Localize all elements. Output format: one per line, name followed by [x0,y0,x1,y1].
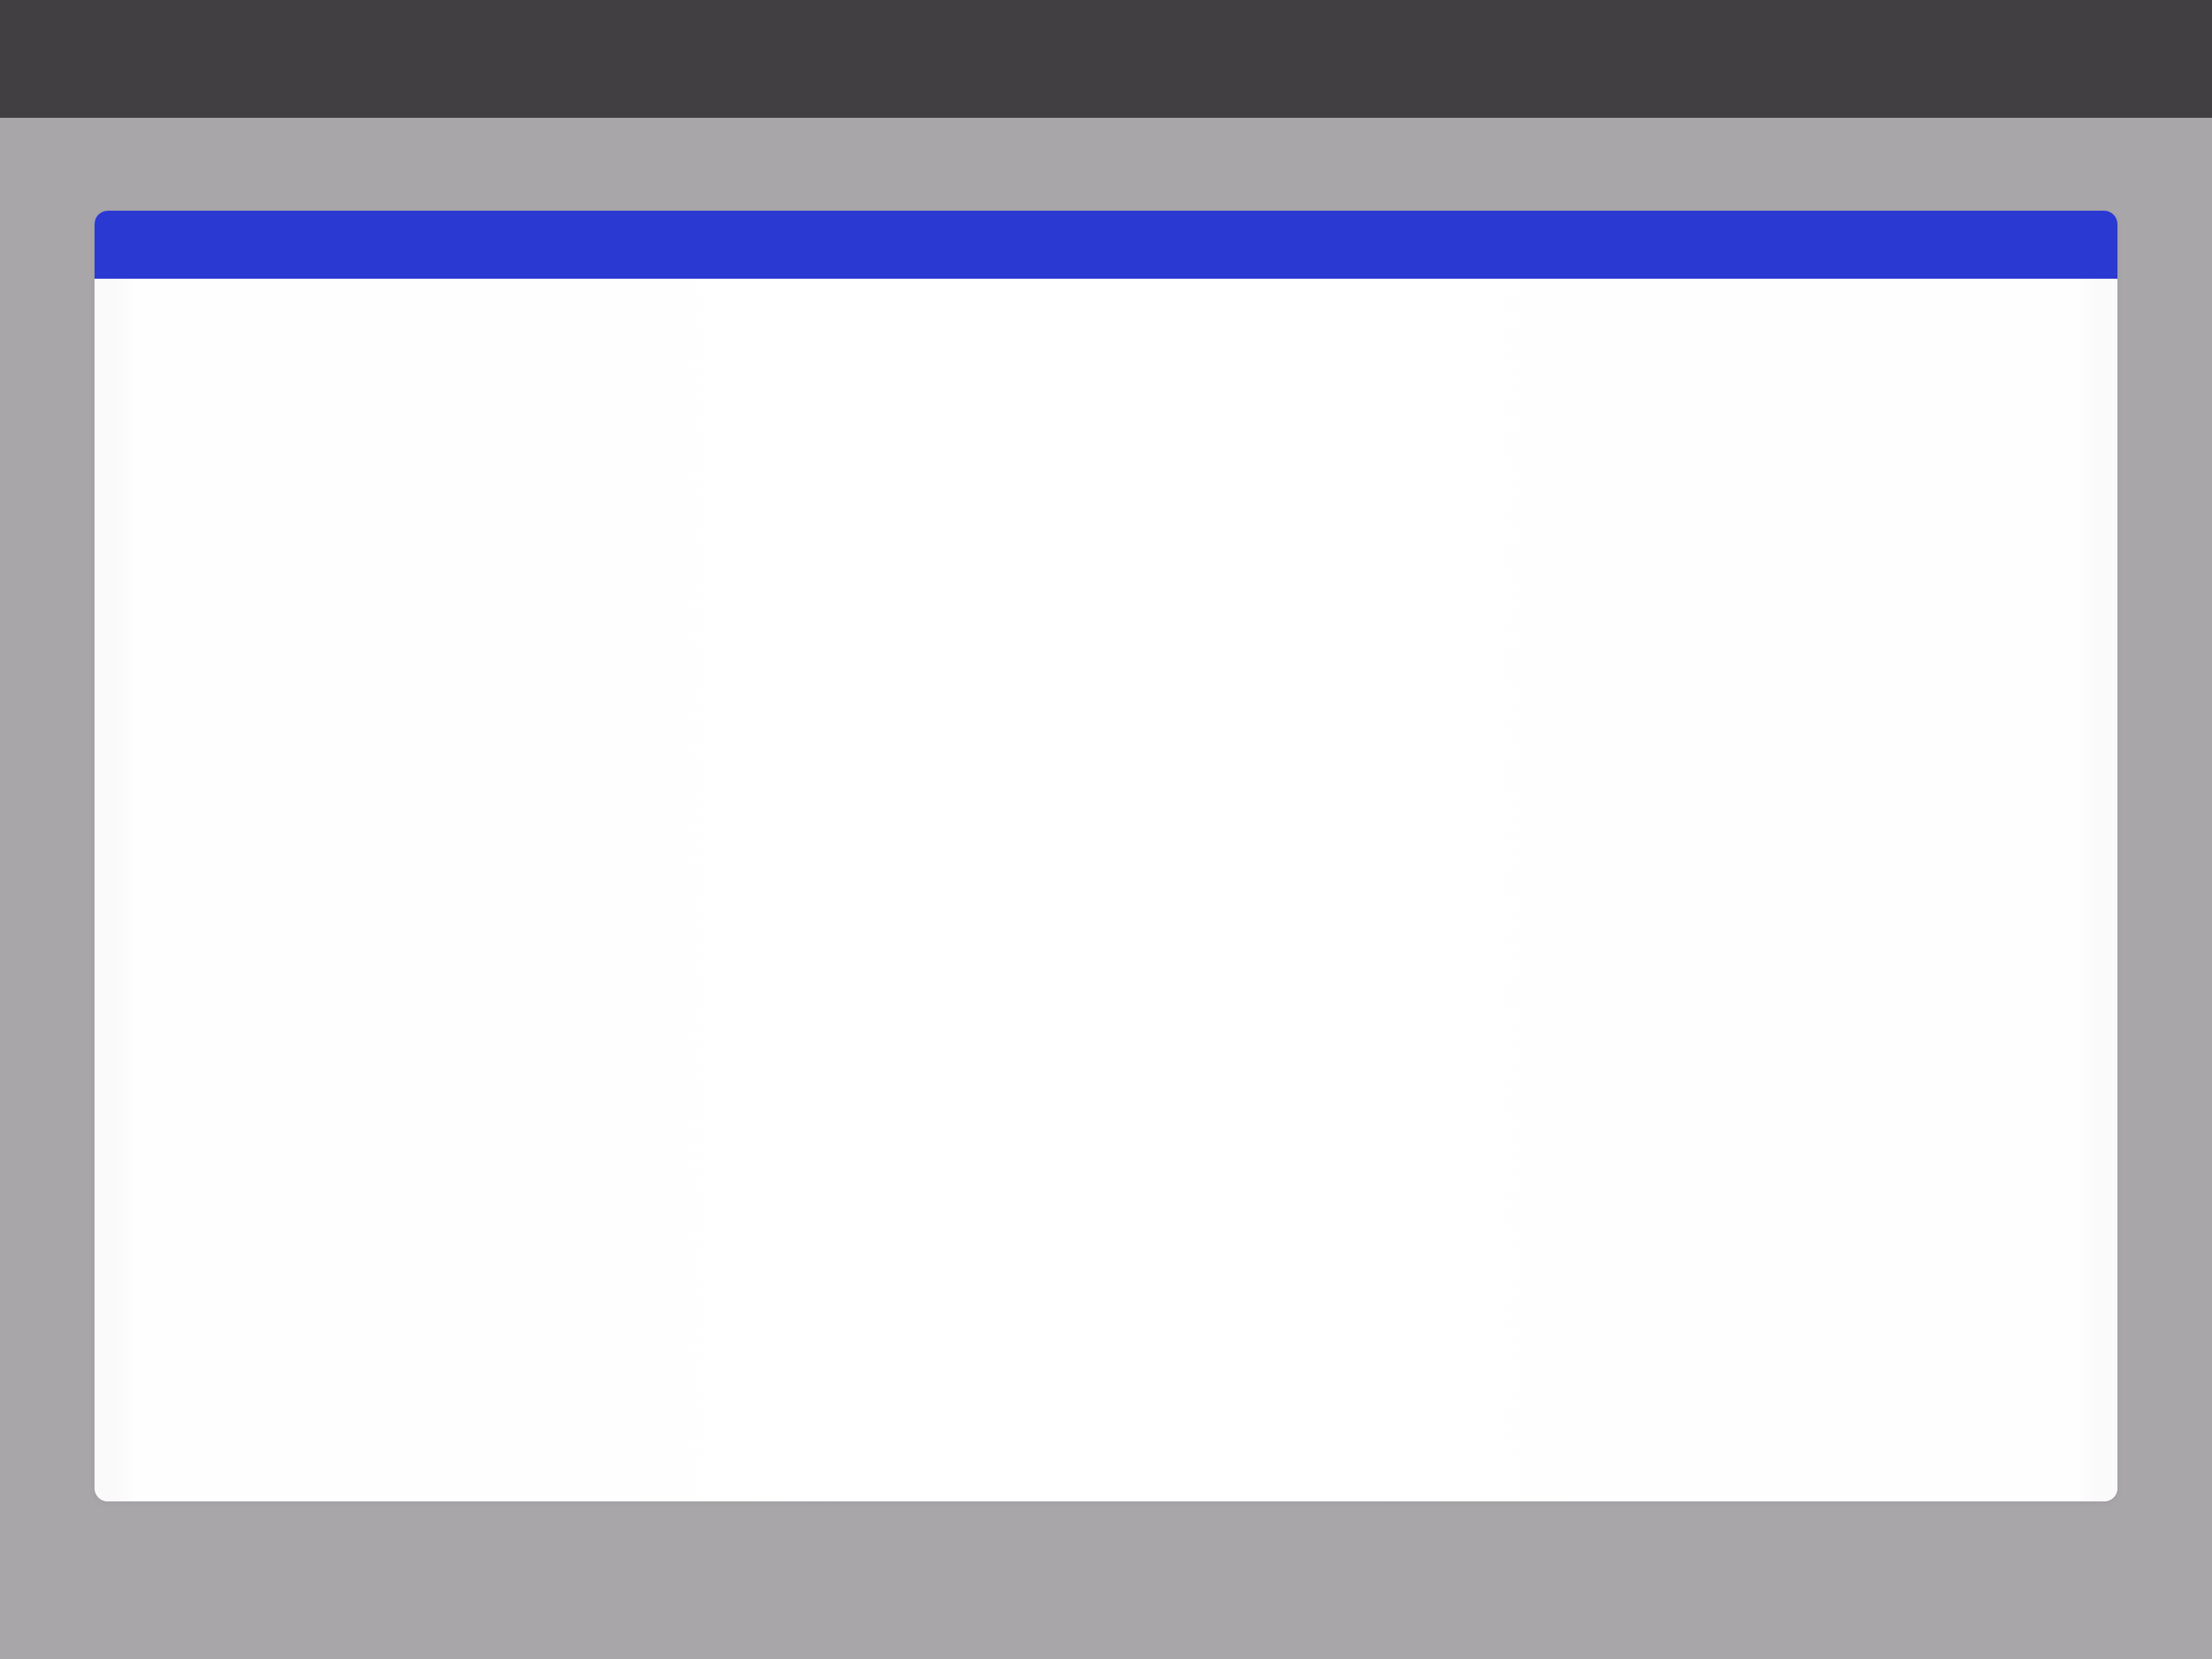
top-bar [0,0,2212,118]
card-header [95,211,2117,279]
content-wrapper [0,118,2212,1501]
main-card [95,211,2117,1501]
card-body [95,279,2117,1501]
